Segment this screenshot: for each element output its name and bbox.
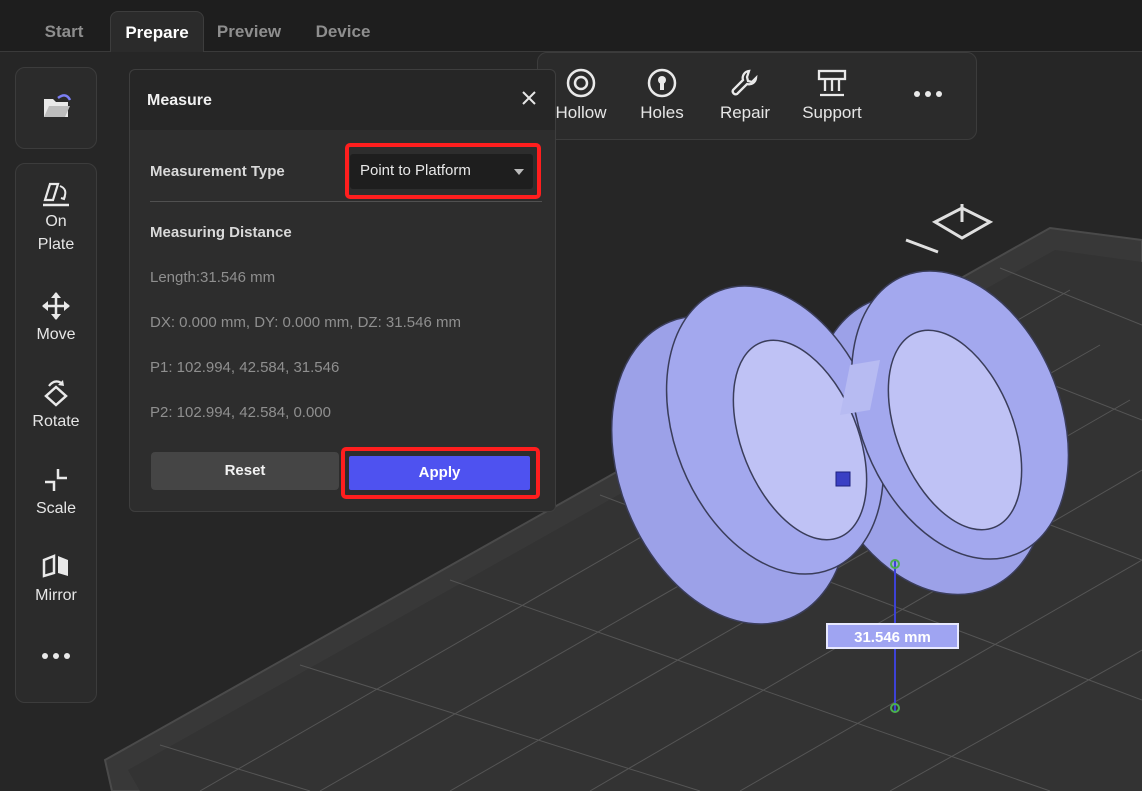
move-icon (42, 292, 70, 320)
open-file-panel (15, 67, 97, 149)
rotate-label: Rotate (32, 413, 80, 430)
repair-label: Repair (719, 103, 771, 122)
on-plate-tool[interactable]: On Plate (16, 180, 96, 256)
measurement-type-label: Measurement Type (150, 163, 285, 180)
close-icon[interactable] (519, 88, 539, 108)
support-icon (817, 69, 847, 97)
measurement-label: 31.546 mm (826, 623, 959, 649)
repair-tool[interactable]: Repair (712, 67, 778, 123)
mirror-icon (42, 554, 68, 578)
select-highlight (345, 143, 541, 199)
holes-icon (647, 68, 677, 98)
holes-label: Holes (640, 103, 684, 122)
move-label: Move (36, 326, 76, 343)
more-icon (914, 91, 942, 97)
on-plate-label: On Plate (37, 213, 75, 253)
scale-icon (45, 469, 67, 491)
tab-preview[interactable]: Preview (205, 11, 293, 51)
wrench-icon (731, 69, 758, 96)
rotate-tool[interactable]: Rotate (16, 378, 96, 433)
hollow-tool[interactable]: Hollow (548, 67, 614, 123)
measuring-distance-heading: Measuring Distance (150, 224, 292, 241)
top-toolbar: Hollow Holes Repair Support (537, 52, 977, 140)
length-readout: Length:31.546 mm (150, 269, 276, 286)
move-tool[interactable]: Move (16, 291, 96, 346)
plate-logo-icon (905, 204, 994, 254)
tab-bar: Start Prepare Preview Device (0, 0, 1142, 52)
measure-point (835, 471, 851, 487)
tab-start[interactable]: Start (24, 11, 104, 51)
support-label: Support (802, 103, 862, 122)
top-more-button[interactable] (908, 89, 948, 103)
apply-highlight (341, 447, 540, 499)
left-toolbar: On Plate Move Rotate Scale Mirror (15, 163, 97, 703)
p1-readout: P1: 102.994, 42.584, 31.546 (150, 359, 340, 376)
measure-dialog: Measure Measurement Type Point to Platfo… (129, 69, 556, 512)
tab-device[interactable]: Device (300, 11, 386, 51)
scale-tool[interactable]: Scale (16, 465, 96, 520)
hollow-label: Hollow (555, 103, 607, 122)
p2-readout: P2: 102.994, 42.584, 0.000 (150, 404, 331, 421)
mirror-label: Mirror (35, 587, 77, 604)
divider (150, 201, 542, 202)
dialog-title: Measure (147, 92, 212, 109)
delta-readout: DX: 0.000 mm, DY: 0.000 mm, DZ: 31.546 m… (150, 314, 461, 331)
left-more-button[interactable] (16, 651, 96, 663)
folder-open-icon[interactable] (42, 94, 72, 125)
support-tool[interactable]: Support (796, 67, 868, 123)
scale-label: Scale (35, 500, 77, 517)
more-icon (42, 653, 70, 659)
dialog-header: Measure (130, 70, 555, 130)
hollow-icon (566, 68, 596, 98)
on-plate-icon (43, 182, 69, 207)
mirror-tool[interactable]: Mirror (16, 552, 96, 607)
reset-button[interactable]: Reset (151, 452, 339, 490)
tab-prepare[interactable]: Prepare (110, 11, 204, 52)
rotate-icon (44, 380, 68, 407)
holes-tool[interactable]: Holes (630, 67, 694, 123)
